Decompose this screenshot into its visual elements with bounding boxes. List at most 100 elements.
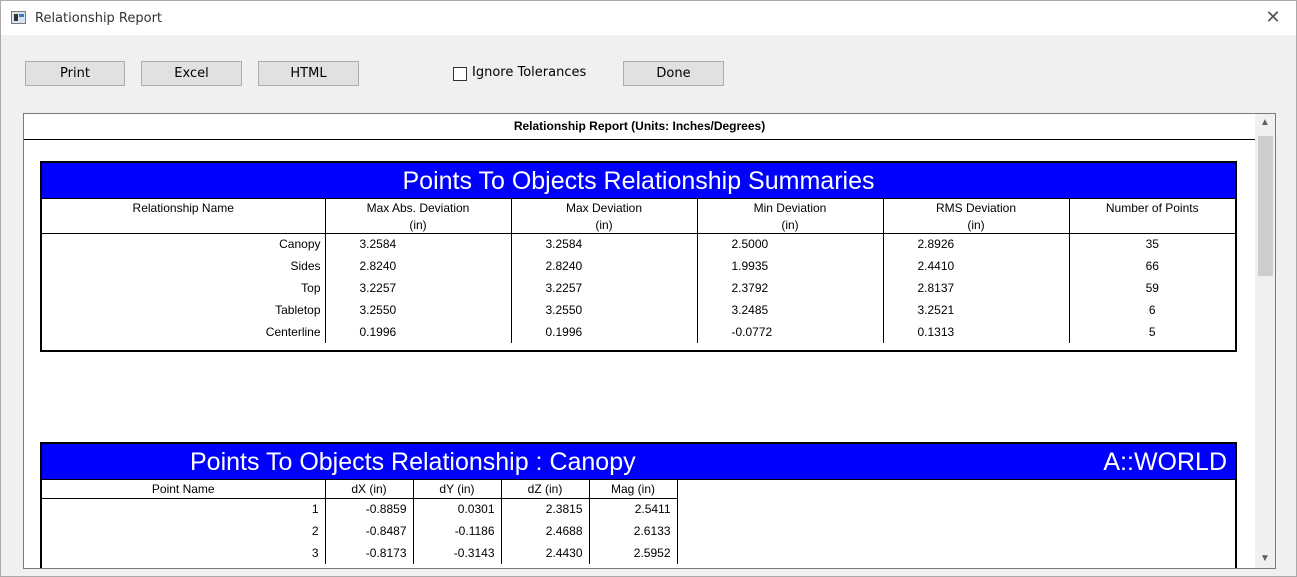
- table-cell: 3.2485: [696, 299, 883, 321]
- table-cell: 3.2257: [324, 277, 511, 299]
- canopy-title: Points To Objects Relationship : Canopy: [190, 448, 636, 476]
- table-cell: -0.8173: [324, 542, 413, 564]
- ignore-tolerances-label[interactable]: Ignore Tolerances: [472, 65, 586, 80]
- done-button[interactable]: Done: [623, 61, 724, 86]
- table-cell: 2.4430: [500, 542, 589, 564]
- table-cell: 35: [1068, 233, 1235, 255]
- column-unit: (in): [696, 217, 883, 234]
- table-cell: 2.3792: [696, 277, 883, 299]
- table-cell: 5: [1068, 321, 1235, 343]
- table-row: 3 -0.8173 -0.3143 2.4430 2.5952: [42, 542, 1235, 564]
- column-header: RMS Deviation: [882, 199, 1069, 217]
- window-title: Relationship Report: [35, 11, 163, 26]
- table-cell: 3.2584: [510, 233, 697, 255]
- column-unit: (in): [510, 217, 697, 234]
- empty-cell: [676, 498, 1235, 520]
- column-header: Relationship Name: [132, 201, 234, 215]
- canopy-banner: Points To Objects Relationship : Canopy …: [42, 444, 1235, 480]
- table-row: Top 3.2257 3.2257 2.3792 2.8137 59: [42, 277, 1235, 299]
- table-cell: -0.0772: [696, 321, 883, 343]
- table-row: Tabletop 3.2550 3.2550 3.2485 3.2521 6: [42, 299, 1235, 321]
- summary-header-row: Relationship Name Max Abs. Deviation Max…: [42, 199, 1235, 217]
- empty-column: [676, 480, 1235, 498]
- table-cell: 2.6133: [588, 520, 677, 542]
- table-cell: 0.1996: [510, 321, 697, 343]
- table-cell: 2.4410: [882, 255, 1069, 277]
- html-button[interactable]: HTML: [258, 61, 359, 86]
- checkbox-box[interactable]: [453, 67, 467, 81]
- table-cell: 2.8240: [324, 255, 511, 277]
- table-cell: 2.3815: [500, 498, 589, 520]
- table-cell: 2.8240: [510, 255, 697, 277]
- canopy-header-row: Point Name dX (in) dY (in) dZ (in) Mag (…: [42, 480, 1235, 499]
- summary-units-row: (in) (in) (in) (in): [42, 217, 1235, 234]
- summary-title: Points To Objects Relationship Summaries: [402, 167, 875, 195]
- table-cell: 0.0301: [412, 498, 501, 520]
- empty-cell: [676, 520, 1235, 542]
- canopy-table-block: Points To Objects Relationship : Canopy …: [40, 442, 1237, 568]
- table-cell: 2.4688: [500, 520, 589, 542]
- column-header: dZ (in): [500, 480, 589, 499]
- column-header: Number of Points: [1068, 199, 1235, 217]
- relationship-report-window: Relationship Report ✕ Print Excel HTML I…: [0, 0, 1297, 577]
- column-header: dY (in): [412, 480, 501, 499]
- app-window-icon: [11, 11, 26, 24]
- table-cell: 2.5411: [588, 498, 677, 520]
- relationship-name: Tabletop: [275, 303, 321, 317]
- empty-cell: [676, 542, 1235, 564]
- point-name: 2: [311, 524, 319, 538]
- excel-button[interactable]: Excel: [141, 61, 242, 86]
- table-cell: 66: [1068, 255, 1235, 277]
- scroll-down-icon[interactable]: ▼: [1255, 550, 1275, 568]
- relationship-name: Sides: [290, 259, 321, 273]
- column-unit: [42, 217, 325, 234]
- table-cell: 0.1996: [324, 321, 511, 343]
- column-header: Max Deviation: [510, 199, 697, 217]
- table-cell: 3.2584: [324, 233, 511, 255]
- table-cell: 2.8926: [882, 233, 1069, 255]
- table-row: Sides 2.8240 2.8240 1.9935 2.4410 66: [42, 255, 1235, 277]
- vertical-scrollbar[interactable]: ▲ ▼: [1255, 114, 1275, 568]
- coordinate-frame-label: A::WORLD: [1103, 448, 1227, 476]
- table-row: 2 -0.8487 -0.1186 2.4688 2.6133: [42, 520, 1235, 542]
- column-header: dX (in): [324, 480, 413, 499]
- summary-banner: Points To Objects Relationship Summaries: [42, 163, 1235, 199]
- column-header: Max Abs. Deviation: [324, 199, 511, 217]
- table-cell: 1.9935: [696, 255, 883, 277]
- column-unit: [1068, 217, 1235, 234]
- table-cell: 59: [1068, 277, 1235, 299]
- column-unit: (in): [324, 217, 511, 234]
- table-cell: 3.2257: [510, 277, 697, 299]
- column-header: Point Name: [42, 480, 325, 499]
- table-cell: 2.5952: [588, 542, 677, 564]
- scrollbar-thumb[interactable]: [1258, 136, 1273, 276]
- column-header: Min Deviation: [696, 199, 883, 217]
- scroll-up-icon[interactable]: ▲: [1255, 114, 1275, 132]
- table-row: 1 -0.8859 0.0301 2.3815 2.5411: [42, 498, 1235, 520]
- table-cell: 2.5000: [696, 233, 883, 255]
- table-cell: 0.1313: [882, 321, 1069, 343]
- table-cell: 6: [1068, 299, 1235, 321]
- summary-table-block: Points To Objects Relationship Summaries…: [40, 161, 1237, 352]
- toolbar: Print Excel HTML Ignore Tolerances Done: [1, 35, 1296, 101]
- report-header: Relationship Report (Units: Inches/Degre…: [24, 114, 1256, 140]
- report-view[interactable]: Relationship Report (Units: Inches/Degre…: [23, 113, 1276, 569]
- canopy-points-table: Point Name dX (in) dY (in) dZ (in) Mag (…: [42, 480, 1235, 564]
- point-name: 1: [311, 502, 319, 517]
- table-cell: -0.1186: [412, 520, 501, 542]
- title-bar: Relationship Report ✕: [1, 1, 1296, 35]
- table-cell: 3.2550: [324, 299, 511, 321]
- column-header: Mag (in): [588, 480, 677, 499]
- table-cell: 3.2550: [510, 299, 697, 321]
- table-cell: 2.8137: [882, 277, 1069, 299]
- close-icon[interactable]: ✕: [1250, 1, 1296, 35]
- print-button[interactable]: Print: [25, 61, 125, 86]
- table-cell: -0.8859: [324, 498, 413, 520]
- table-cell: -0.3143: [412, 542, 501, 564]
- relationship-name: Centerline: [265, 325, 321, 339]
- table-cell: 3.2521: [882, 299, 1069, 321]
- table-cell: -0.8487: [324, 520, 413, 542]
- summary-table: Relationship Name Max Abs. Deviation Max…: [42, 199, 1235, 343]
- table-row: Canopy 3.2584 3.2584 2.5000 2.8926 35: [42, 233, 1235, 255]
- point-name: 3: [311, 546, 319, 560]
